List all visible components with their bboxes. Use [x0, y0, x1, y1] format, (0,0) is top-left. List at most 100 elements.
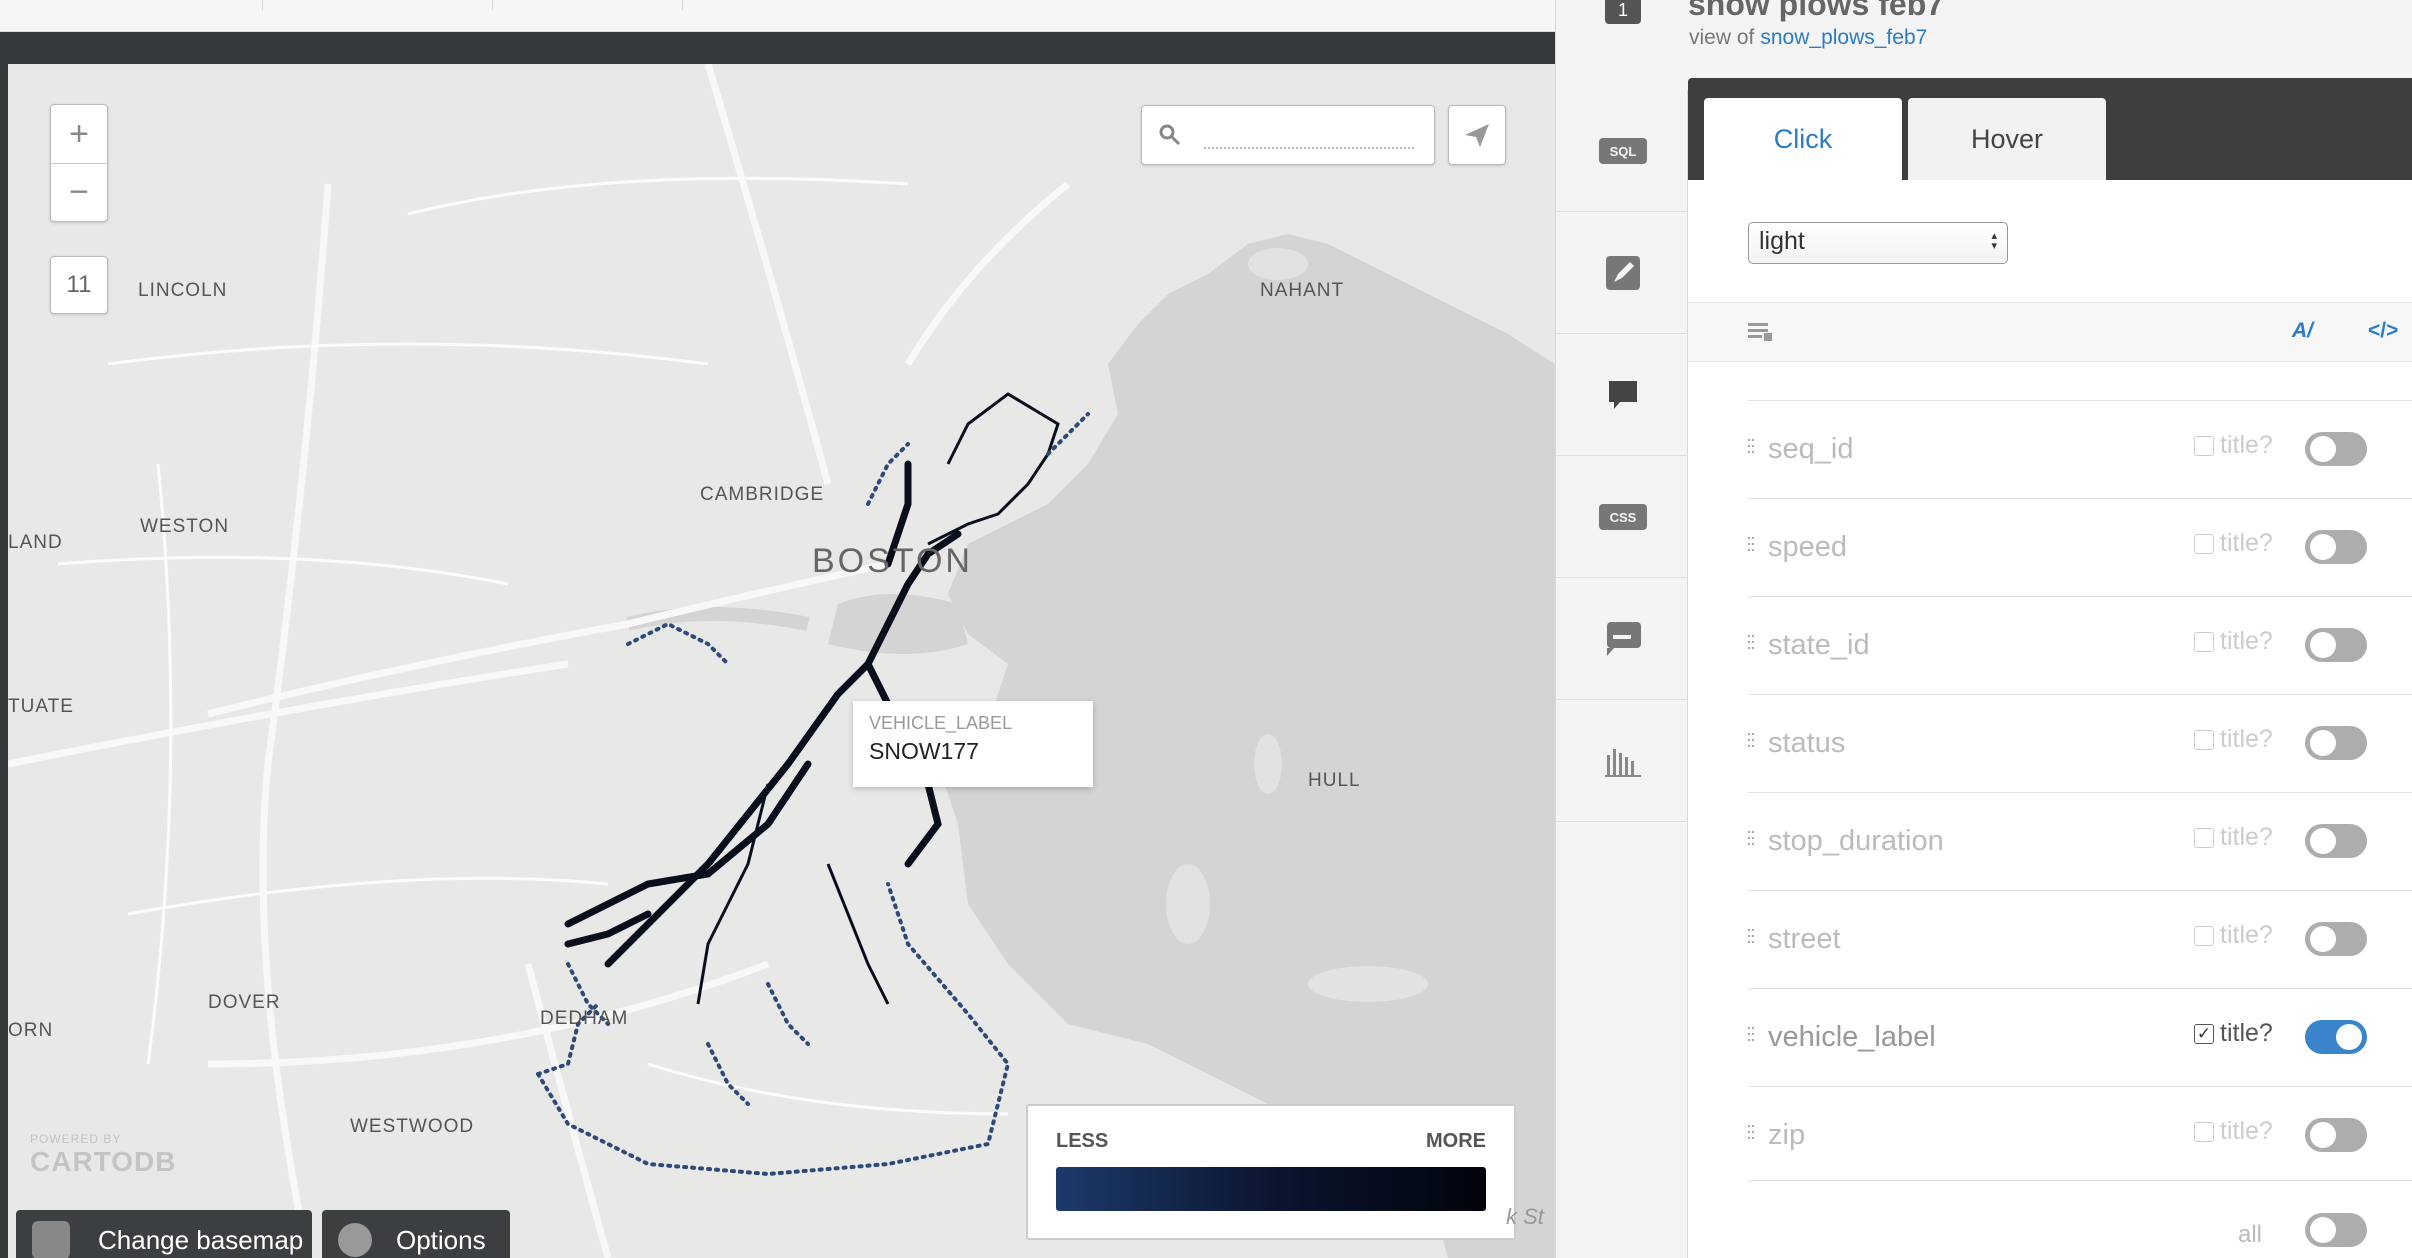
theme-select[interactable]: light ▴ ▾ — [1748, 222, 2008, 264]
title-checkbox-checked[interactable]: ✓ — [2194, 1024, 2214, 1044]
field-visibility-toggle[interactable] — [2305, 726, 2367, 760]
cartodb-logo: POWERED BY CARTODB — [30, 1132, 176, 1178]
sql-icon: SQL — [1598, 137, 1647, 164]
fields-toolbar: A/ </> — [1688, 302, 2412, 362]
css-icon: CSS — [1598, 503, 1647, 530]
histogram-icon — [1604, 748, 1641, 777]
place-label: LINCOLN — [138, 280, 228, 301]
zoom-control: + − — [50, 104, 108, 222]
field-visibility-toggle[interactable] — [2305, 432, 2367, 466]
title-checkbox[interactable] — [2194, 632, 2214, 652]
rail-item-wizard[interactable] — [1556, 212, 1689, 334]
field-visibility-toggle[interactable] — [2305, 530, 2367, 564]
field-name: zip — [1768, 1119, 1806, 1151]
title-checkbox[interactable] — [2194, 926, 2214, 946]
legend-icon — [1606, 621, 1641, 656]
drag-handle-icon[interactable] — [1748, 1125, 1754, 1139]
view-of-link[interactable]: snow_plows_feb7 — [1760, 26, 1927, 49]
title-checkbox-label: title? — [2220, 823, 2273, 851]
options-button[interactable]: Options — [322, 1210, 510, 1258]
drag-handle-icon[interactable] — [1748, 831, 1754, 845]
view-of-line: view of snow_plows_feb7 — [1689, 26, 1927, 50]
drag-handle-icon[interactable] — [1748, 537, 1754, 551]
rail-item-sql[interactable]: SQL — [1556, 90, 1689, 212]
zoom-in-button[interactable]: + — [51, 105, 107, 163]
drag-handle-icon[interactable] — [1748, 1027, 1754, 1041]
all-fields-row: all — [1748, 1180, 2412, 1258]
view-of-label: view of — [1689, 26, 1755, 49]
field-row: vehicle_label ✓ title? — [1748, 988, 2412, 1086]
field-name: speed — [1768, 531, 1848, 563]
layer-number-badge: 1 — [1605, 0, 1641, 24]
field-row: seq_id title? — [1748, 400, 2412, 498]
search-input[interactable] — [1204, 121, 1414, 149]
title-checkbox-label: title? — [2220, 1117, 2273, 1145]
rail-item-css[interactable]: CSS — [1556, 456, 1689, 578]
tab-click[interactable]: Click — [1704, 98, 1902, 180]
all-fields-label: all — [2238, 1221, 2263, 1248]
place-label-boston: BOSTON — [812, 542, 973, 580]
select-arrows-icon: ▴ ▾ — [1991, 230, 1997, 252]
drag-handle-icon[interactable] — [1748, 635, 1754, 649]
zoom-level-indicator: 11 — [50, 256, 108, 314]
place-label: LAND — [8, 532, 63, 553]
toolbar-separator — [682, 0, 683, 10]
options-label: Options — [396, 1224, 486, 1255]
text-lines-icon[interactable] — [1748, 321, 1774, 343]
title-checkbox[interactable] — [2194, 828, 2214, 848]
map-tooltip: VEHICLE_LABEL SNOW177 — [853, 701, 1093, 787]
map-search-box[interactable] — [1141, 105, 1435, 165]
field-name: vehicle_label — [1768, 1021, 1936, 1053]
title-checkbox-label: title? — [2220, 431, 2273, 459]
rail-item-filters[interactable] — [1556, 700, 1689, 822]
map-copyright: k St — [1506, 1204, 1544, 1229]
svg-text:SQL: SQL — [1609, 144, 1636, 159]
field-visibility-toggle[interactable] — [2305, 628, 2367, 662]
map-legend: LESS MORE — [1026, 1104, 1516, 1240]
all-fields-toggle[interactable] — [2305, 1213, 2367, 1247]
tab-hover[interactable]: Hover — [1908, 98, 2106, 180]
title-checkbox[interactable] — [2194, 730, 2214, 750]
gear-icon — [338, 1223, 372, 1257]
title-checkbox-label: title? — [2220, 725, 2273, 753]
toolbar-separator — [492, 0, 493, 10]
wizard-icon — [1605, 255, 1640, 290]
place-label: NAHANT — [1260, 280, 1345, 301]
zoom-out-button[interactable]: − — [51, 163, 107, 221]
title-checkbox[interactable] — [2194, 1122, 2214, 1142]
drag-handle-icon[interactable] — [1748, 929, 1754, 943]
rail-item-legend[interactable] — [1556, 578, 1689, 700]
code-view-button[interactable]: </> — [2368, 319, 2398, 343]
change-basemap-label: Change basemap — [98, 1224, 304, 1255]
layer-title[interactable]: snow plows feb7 — [1688, 0, 1944, 23]
format-text-button[interactable]: A/ — [2292, 319, 2313, 343]
top-toolbar-strip — [0, 0, 1555, 32]
title-checkbox-label: title? — [2220, 1019, 2273, 1047]
place-label: WESTWOOD — [350, 1116, 475, 1137]
toolbar-separator — [262, 0, 263, 10]
infowindow-settings: light ▴ ▾ A/ </> seq_id title? speed titl… — [1688, 180, 2412, 1258]
cartodb-brand-name: CARTODB — [30, 1146, 177, 1177]
legend-less-label: LESS — [1056, 1130, 1109, 1152]
field-visibility-toggle[interactable] — [2305, 1020, 2367, 1054]
field-visibility-toggle[interactable] — [2305, 1118, 2367, 1152]
infowindow-tabs: Click Hover — [1688, 78, 2412, 180]
map-canvas[interactable]: LINCOLN NAHANT CAMBRIDGE WESTON LAND BOS… — [8, 64, 1555, 1258]
field-name: stop_duration — [1768, 825, 1944, 857]
field-row: stop_duration title? — [1748, 792, 2412, 890]
field-name: street — [1768, 923, 1841, 955]
drag-handle-icon[interactable] — [1748, 439, 1754, 453]
rail-item-infowindow[interactable] — [1556, 334, 1704, 456]
title-checkbox[interactable] — [2194, 436, 2214, 456]
theme-select-value: light — [1759, 227, 1805, 255]
legend-gradient — [1056, 1167, 1486, 1211]
drag-handle-icon[interactable] — [1748, 733, 1754, 747]
share-button[interactable] — [1448, 105, 1506, 165]
field-row: street title? — [1748, 890, 2412, 988]
field-visibility-toggle[interactable] — [2305, 922, 2367, 956]
change-basemap-button[interactable]: Change basemap — [16, 1210, 312, 1258]
field-visibility-toggle[interactable] — [2305, 824, 2367, 858]
layer-header: 1 snow plows feb7 view of snow_plows_feb7 — [1555, 0, 2412, 90]
field-name: state_id — [1768, 629, 1870, 661]
title-checkbox[interactable] — [2194, 534, 2214, 554]
